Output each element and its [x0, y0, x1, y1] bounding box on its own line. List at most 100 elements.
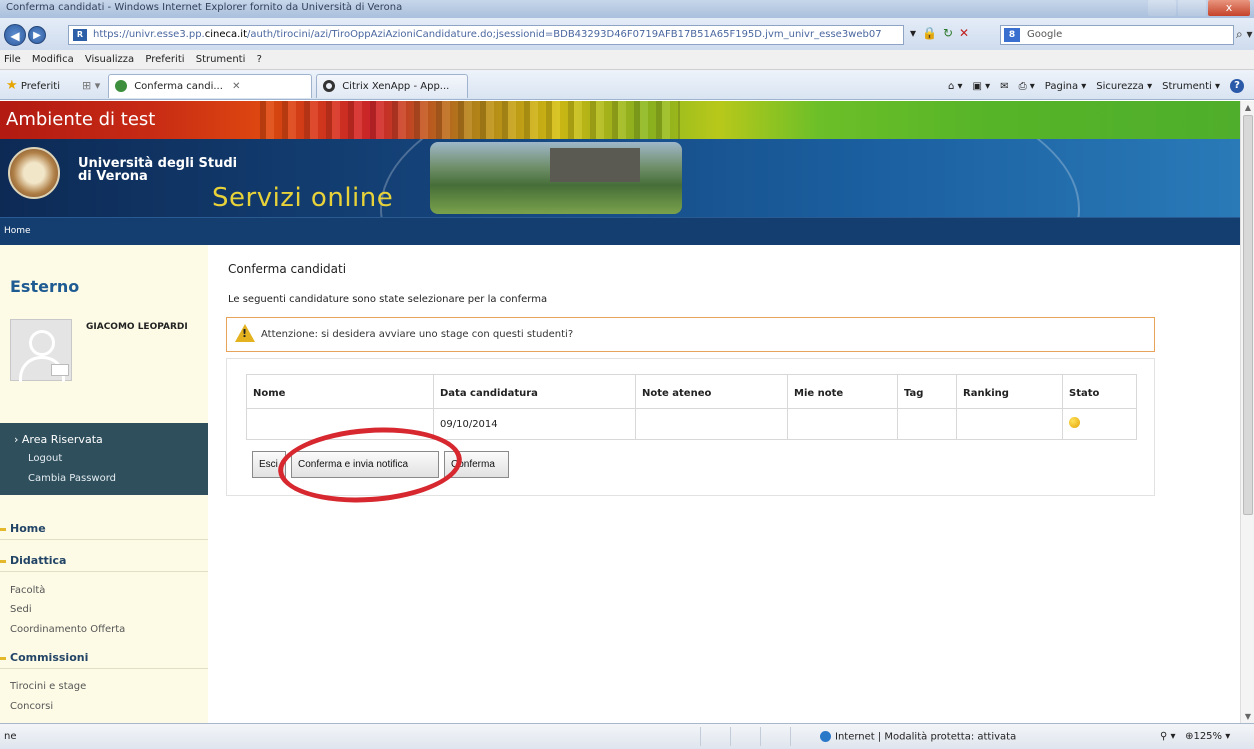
sidebar-item-facolta[interactable]: Facoltà: [10, 585, 45, 596]
search-input[interactable]: 8 Google: [1000, 25, 1234, 45]
address-icons: ▾ 🔒 ↻ ✕: [910, 26, 969, 40]
change-password-link[interactable]: Cambia Password: [28, 473, 116, 484]
chevron-right-icon: ›: [14, 433, 19, 446]
refresh-icon[interactable]: ↻: [943, 26, 953, 40]
col-mie-note[interactable]: Mie note: [787, 374, 898, 409]
breadcrumb-bar: Home: [0, 217, 1240, 245]
tab-conferma-candidati[interactable]: Conferma candi... ✕: [108, 74, 312, 98]
cell-tag: [897, 408, 957, 440]
help-icon[interactable]: ?: [1230, 79, 1244, 93]
security-menu[interactable]: Sicurezza ▾: [1096, 81, 1152, 92]
dropdown-icon[interactable]: ▾: [910, 26, 916, 40]
col-ranking[interactable]: Ranking: [956, 374, 1063, 409]
col-tag[interactable]: Tag: [897, 374, 957, 409]
google-logo-icon: 8: [1004, 28, 1020, 42]
menu-strumenti[interactable]: Strumenti: [196, 54, 246, 65]
col-nome[interactable]: Nome: [246, 374, 434, 409]
site-favicon-icon: R: [73, 29, 87, 41]
menu-help[interactable]: ?: [257, 54, 262, 65]
close-window-button[interactable]: x: [1208, 0, 1250, 16]
stop-icon[interactable]: ✕: [959, 26, 969, 40]
menu-modifica[interactable]: Modifica: [32, 54, 74, 65]
minimize-button[interactable]: [1148, 0, 1176, 16]
sidebar-item-sedi[interactable]: Sedi: [10, 604, 32, 615]
url-input[interactable]: R https://univr.esse3.pp.cineca.it/auth/…: [68, 25, 904, 45]
sidebar-section-commissioni[interactable]: Commissioni: [0, 647, 208, 669]
sidebar-section-home[interactable]: Home: [0, 518, 208, 540]
window-title-bar: Conferma candidati - Windows Internet Ex…: [0, 0, 1254, 18]
profile-type: Esterno: [10, 277, 80, 296]
table-row: 09/10/2014: [246, 408, 1137, 440]
print-icon[interactable]: ⎙ ▾: [1019, 81, 1035, 92]
table-header-row: Nome Data candidatura Note ateneo Mie no…: [246, 374, 1137, 409]
quick-tabs-icon[interactable]: ⊞ ▾: [82, 79, 100, 92]
area-riservata-box: › Area Riservata Logout Cambia Password: [0, 423, 208, 495]
lock-icon[interactable]: 🔒: [922, 26, 937, 40]
maximize-button[interactable]: [1178, 0, 1206, 16]
sidebar-section-didattica[interactable]: Didattica: [0, 550, 208, 572]
search-icon[interactable]: ⌕ ▾: [1236, 27, 1253, 42]
forward-button[interactable]: ▶: [28, 26, 46, 44]
tab-bar: ★ Preferiti ⊞ ▾ Conferma candi... ✕ Citr…: [0, 70, 1254, 100]
favorites-button[interactable]: ★ Preferiti: [6, 78, 60, 93]
site-header: Università degli Studi di Verona Servizi…: [0, 139, 1240, 217]
status-dot-icon: [1069, 417, 1080, 428]
cell-stato: [1062, 408, 1137, 440]
avatar: [10, 319, 72, 382]
col-data-candidatura[interactable]: Data candidatura: [433, 374, 636, 409]
star-icon: ★: [6, 78, 18, 93]
conferma-button[interactable]: Conferma: [444, 451, 509, 478]
page-subtitle: Le seguenti candidature sono state selez…: [228, 294, 548, 305]
page-icon: [115, 80, 127, 92]
window-controls: x: [1146, 0, 1250, 16]
left-sidebar: Esterno GIACOMO LEOPARDI › Area Riservat…: [0, 245, 208, 723]
mail-icon[interactable]: ✉: [1000, 81, 1008, 92]
cell-mie-note: [787, 408, 898, 440]
test-banner: Ambiente di test: [0, 101, 1240, 139]
page-viewport: Ambiente di test Università degli Studi …: [0, 101, 1240, 723]
page-menu[interactable]: Pagina ▾: [1045, 81, 1087, 92]
tools-menu[interactable]: Strumenti ▾: [1162, 81, 1220, 92]
command-bar: ⌂ ▾ ▣ ▾ ✉ ⎙ ▾ Pagina ▾ Sicurezza ▾ Strum…: [948, 79, 1244, 93]
menu-preferiti[interactable]: Preferiti: [145, 54, 184, 65]
window-title: Conferma candidati - Windows Internet Ex…: [6, 2, 403, 13]
university-name[interactable]: Università degli Studi di Verona: [78, 157, 237, 183]
zoom-control[interactable]: ⚲ ▾ ⊕125% ▾: [1160, 731, 1230, 742]
feeds-icon[interactable]: ▣ ▾: [973, 81, 991, 92]
home-icon[interactable]: ⌂ ▾: [948, 81, 963, 92]
cell-ranking: [956, 408, 1063, 440]
menu-visualizza[interactable]: Visualizza: [85, 54, 134, 65]
conferma-e-invia-notifica-button[interactable]: Conferma e invia notifica: [291, 451, 439, 478]
col-note-ateneo[interactable]: Note ateneo: [635, 374, 788, 409]
menu-file[interactable]: File: [4, 54, 21, 65]
scroll-up-icon[interactable]: ▲: [1243, 103, 1253, 112]
sidebar-item-tirocini[interactable]: Tirocini e stage: [10, 681, 86, 692]
page-title: Conferma candidati: [228, 262, 347, 276]
tab-citrix[interactable]: Citrix XenApp - App...: [316, 74, 468, 98]
warning-text: Attenzione: si desidera avviare uno stag…: [261, 329, 574, 340]
back-button[interactable]: ◀: [4, 24, 26, 46]
university-seal-icon[interactable]: [8, 147, 60, 199]
sidebar-item-concorsi[interactable]: Concorsi: [10, 701, 53, 712]
status-text: ne: [4, 731, 17, 742]
status-bar: ne Internet | Modalità protetta: attivat…: [0, 723, 1254, 749]
home-link[interactable]: Home: [4, 226, 31, 236]
cell-data: 09/10/2014: [433, 408, 636, 440]
address-bar: ◀ ▶ R https://univr.esse3.pp.cineca.it/a…: [0, 18, 1254, 50]
close-tab-icon[interactable]: ✕: [232, 81, 240, 92]
esci-button[interactable]: Esci: [252, 451, 286, 478]
servizi-online-title: Servizi online: [212, 183, 394, 213]
warning-icon: !: [235, 324, 255, 342]
vertical-scrollbar[interactable]: ▲ ▼: [1240, 101, 1254, 723]
menu-bar: File Modifica Visualizza Preferiti Strum…: [0, 50, 1254, 70]
scroll-down-icon[interactable]: ▼: [1243, 712, 1253, 721]
col-stato[interactable]: Stato: [1062, 374, 1137, 409]
globe-icon: [820, 731, 831, 742]
scrollbar-thumb[interactable]: [1243, 115, 1253, 515]
security-zone[interactable]: Internet | Modalità protetta: attivata: [820, 731, 1016, 743]
logout-link[interactable]: Logout: [28, 453, 62, 464]
test-banner-label: Ambiente di test: [6, 109, 156, 130]
cell-note-ateneo: [635, 408, 788, 440]
user-name: GIACOMO LEOPARDI: [86, 322, 188, 332]
sidebar-item-coordinamento-offerta[interactable]: Coordinamento Offerta: [10, 624, 125, 635]
